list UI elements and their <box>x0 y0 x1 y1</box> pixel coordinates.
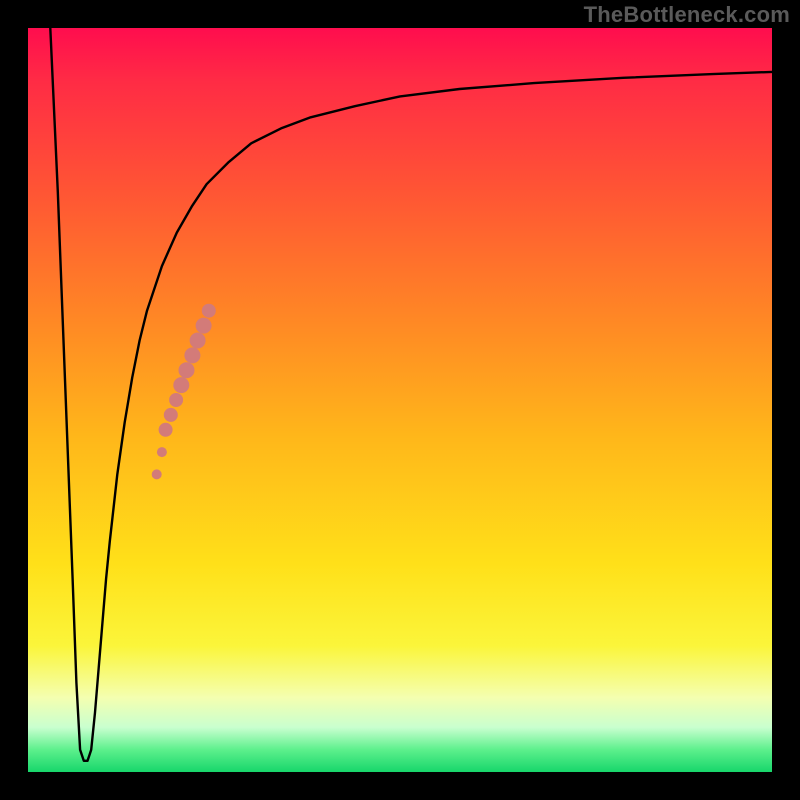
bottleneck-curve <box>50 28 772 761</box>
marker-dot <box>169 393 183 407</box>
curve-svg <box>28 28 772 772</box>
marker-dots-group <box>152 304 216 480</box>
marker-dot <box>196 318 212 334</box>
marker-dot <box>202 304 216 318</box>
marker-dot <box>157 447 167 457</box>
plot-frame <box>28 28 772 772</box>
marker-dot <box>190 333 206 349</box>
plot-area <box>28 28 772 772</box>
marker-dot <box>184 347 200 363</box>
marker-dot <box>179 362 195 378</box>
marker-dot <box>152 469 162 479</box>
marker-dot <box>164 408 178 422</box>
watermark-text: TheBottleneck.com <box>584 2 790 28</box>
marker-dot <box>173 377 189 393</box>
chart-container: TheBottleneck.com <box>0 0 800 800</box>
marker-dot <box>159 423 173 437</box>
